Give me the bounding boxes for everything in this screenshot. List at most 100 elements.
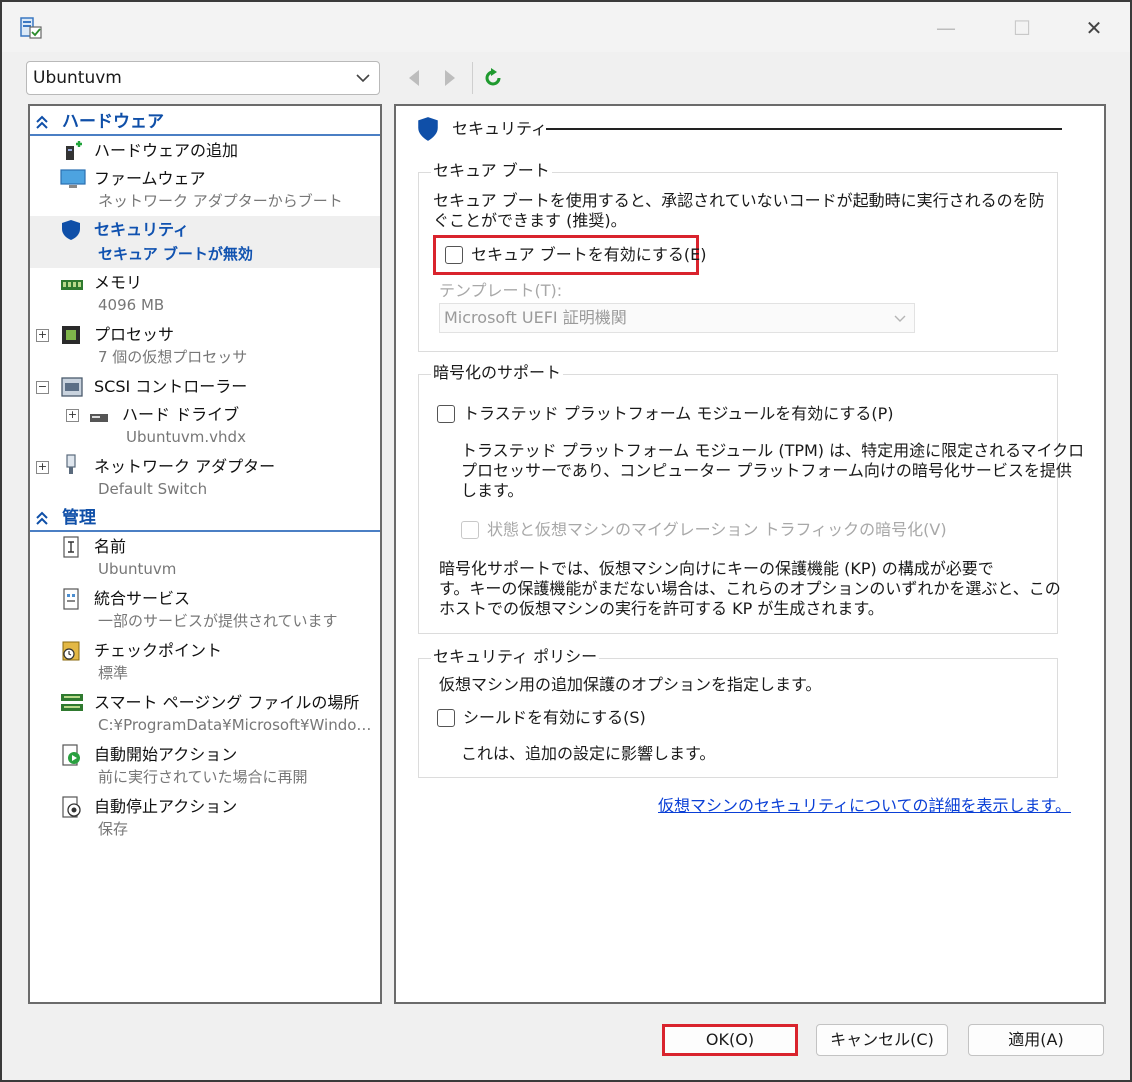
secure-boot-description-1: セキュア ブートを使用すると、承認されていないコードが起動時に実行されるのを防 xyxy=(433,191,1045,210)
settings-tree: ハードウェア ハードウェアの追加 ファームウェア ネットワーク アダプターからブ… xyxy=(28,104,382,1004)
sidebar-item-label: 自動停止アクション xyxy=(94,797,238,816)
sidebar-item-label: ネットワーク アダプター xyxy=(94,457,276,476)
sidebar-item-sublabel: 一部のサービスが提供されています xyxy=(98,612,338,630)
maximize-button[interactable]: ☐ xyxy=(1008,14,1036,42)
secure-boot-description-2: ぐことができます (推奨)。 xyxy=(433,211,627,230)
sidebar-item-sublabel: Default Switch xyxy=(98,480,208,498)
sidebar-item-memory[interactable]: メモリ 4096 MB xyxy=(30,270,380,318)
shield-icon xyxy=(418,117,438,141)
kp-description-2: す。キーの保護機能がまだない場合は、これらのオプションのいずれかを選ぶと、この xyxy=(439,579,1061,598)
sidebar-item-smart-paging[interactable]: スマート ページング ファイルの場所 C:¥ProgramData¥Micros… xyxy=(30,690,380,738)
sidebar-item-network-adapter[interactable]: + ネットワーク アダプター Default Switch xyxy=(30,452,380,500)
drive-icon xyxy=(90,414,108,422)
sidebar-item-sublabel: C:¥ProgramData¥Microsoft¥Windo… xyxy=(98,716,372,734)
sidebar-item-label: スマート ページング ファイルの場所 xyxy=(94,693,360,712)
settings-app-icon xyxy=(20,17,42,39)
sidebar-item-checkpoint[interactable]: チェックポイント 標準 xyxy=(30,638,380,686)
title-bar: — ☐ ✕ xyxy=(2,2,1130,52)
sidebar-item-label: 統合サービス xyxy=(94,589,191,608)
section-divider xyxy=(546,128,1062,130)
enable-secure-boot-checkbox[interactable] xyxy=(445,246,463,264)
vm-selector-value: Ubuntuvm xyxy=(33,68,122,88)
template-dropdown-value: Microsoft UEFI 証明機関 xyxy=(444,308,627,327)
expand-hard-drive-toggle[interactable]: + xyxy=(66,409,79,422)
encrypt-migration-traffic-label: 状態と仮想マシンのマイグレーション トラフィックの暗号化(V) xyxy=(487,520,947,539)
security-settings-panel: セキュリティ セキュア ブート セキュア ブートを使用すると、承認されていないコ… xyxy=(394,104,1106,1004)
security-details-link[interactable]: 仮想マシンのセキュリティについての詳細を表示します。 xyxy=(658,796,1071,816)
sidebar-item-firmware[interactable]: ファームウェア ネットワーク アダプターからブート xyxy=(30,166,380,214)
checkpoint-icon xyxy=(62,641,80,661)
integration-icon xyxy=(63,588,79,610)
sidebar-item-label: メモリ xyxy=(94,273,143,292)
encryption-group-title: 暗号化のサポート xyxy=(431,363,564,383)
sidebar-item-sublabel: ネットワーク アダプターからブート xyxy=(98,192,343,210)
encrypt-migration-traffic-checkbox[interactable] xyxy=(461,521,479,539)
expand-network-toggle[interactable]: + xyxy=(36,461,49,474)
sidebar-item-label: 名前 xyxy=(94,537,127,556)
forward-arrow-icon[interactable] xyxy=(438,66,460,90)
secure-boot-group: セキュア ブート セキュア ブートを使用すると、承認されていないコードが起動時に… xyxy=(418,161,1058,352)
enable-tpm-checkbox[interactable] xyxy=(437,405,455,423)
sidebar-item-hard-drive[interactable]: + ハード ドライブ Ubuntuvm.vhdx xyxy=(30,400,380,448)
enable-shielding-checkbox[interactable] xyxy=(437,709,455,727)
sidebar-item-label: セキュリティ xyxy=(94,220,190,239)
paging-icon xyxy=(61,694,83,711)
sidebar-item-sublabel: 7 個の仮想プロセッサ xyxy=(98,348,248,366)
sidebar-item-scsi[interactable]: − SCSI コントローラー xyxy=(30,374,380,400)
shield-icon xyxy=(62,220,80,240)
sidebar-item-label: ファームウェア xyxy=(94,169,206,188)
sidebar-item-label: ハード ドライブ xyxy=(122,405,240,424)
toolbar-separator xyxy=(472,62,473,94)
secure-boot-group-title: セキュア ブート xyxy=(431,161,552,181)
sidebar-item-label: プロセッサ xyxy=(94,325,175,344)
ok-button[interactable]: OK(O) xyxy=(662,1024,798,1056)
auto-stop-icon xyxy=(62,796,81,818)
cancel-button[interactable]: キャンセル(C) xyxy=(816,1024,948,1056)
sidebar-item-sublabel: Ubuntuvm xyxy=(98,560,177,578)
shielding-note: これは、追加の設定に影響します。 xyxy=(461,744,716,763)
category-management[interactable]: 管理 xyxy=(30,506,380,532)
kp-description-3: ホストでの仮想マシンの実行を許可する KP が生成されます。 xyxy=(439,599,884,618)
auto-start-icon xyxy=(62,744,80,766)
sidebar-item-processor[interactable]: + プロセッサ 7 個の仮想プロセッサ xyxy=(30,322,380,370)
monitor-icon xyxy=(60,169,86,188)
apply-button[interactable]: 適用(A) xyxy=(968,1024,1104,1056)
chevron-down-icon xyxy=(356,74,370,83)
back-arrow-icon[interactable] xyxy=(404,66,426,90)
sidebar-item-add-hardware[interactable]: ハードウェアの追加 xyxy=(30,138,380,164)
sidebar-item-sublabel: セキュア ブートが無効 xyxy=(98,245,253,263)
template-dropdown[interactable]: Microsoft UEFI 証明機関 xyxy=(439,303,915,333)
vm-selector-dropdown[interactable]: Ubuntuvm xyxy=(26,61,380,95)
sidebar-item-integration-services[interactable]: 統合サービス 一部のサービスが提供されています xyxy=(30,586,380,634)
kp-description-1: 暗号化サポートでは、仮想マシン向けにキーの保護機能 (KP) の構成が必要で xyxy=(439,559,994,578)
template-label: テンプレート(T): xyxy=(439,281,563,300)
cpu-icon xyxy=(62,326,80,344)
tpm-description-2: プロセッサーであり、コンピューター プラットフォーム向けの暗号化サービスを提供 xyxy=(461,461,1072,480)
enable-secure-boot-label: セキュア ブートを有効にする(E) xyxy=(471,245,707,264)
sidebar-item-security[interactable]: セキュリティ セキュア ブートが無効 xyxy=(30,216,380,268)
expand-processor-toggle[interactable]: + xyxy=(36,329,49,342)
enable-shielding-label: シールドを有効にする(S) xyxy=(463,708,646,727)
security-policy-group: セキュリティ ポリシー 仮想マシン用の追加保護のオプションを指定します。 シール… xyxy=(418,647,1058,778)
minimize-button[interactable]: — xyxy=(932,14,960,42)
refresh-icon[interactable] xyxy=(482,66,504,90)
sidebar-item-label: チェックポイント xyxy=(94,641,223,660)
network-adapter-icon xyxy=(66,454,76,474)
add-hardware-icon xyxy=(66,141,82,160)
category-management-label: 管理 xyxy=(62,508,96,528)
security-policy-group-title: セキュリティ ポリシー xyxy=(431,647,600,667)
encryption-support-group: 暗号化のサポート トラステッド プラットフォーム モジュールを有効にする(P) … xyxy=(418,363,1084,634)
sidebar-item-name[interactable]: 名前 Ubuntuvm xyxy=(30,534,380,582)
tpm-description-3: します。 xyxy=(461,481,524,500)
scsi-icon xyxy=(61,377,83,397)
category-hardware[interactable]: ハードウェア xyxy=(30,110,380,136)
collapse-scsi-toggle[interactable]: − xyxy=(36,381,49,394)
close-button[interactable]: ✕ xyxy=(1080,14,1108,42)
vm-settings-window: — ☐ ✕ Ubuntuvm ハードウェア ハードウェアの追加 ファームウェア … xyxy=(0,0,1132,1082)
sidebar-item-sublabel: 保存 xyxy=(98,820,129,838)
sidebar-item-auto-stop[interactable]: 自動停止アクション 保存 xyxy=(30,794,380,842)
sidebar-item-sublabel: 前に実行されていた場合に再開 xyxy=(98,768,308,786)
sidebar-item-auto-start[interactable]: 自動開始アクション 前に実行されていた場合に再開 xyxy=(30,742,380,790)
sidebar-item-sublabel: 標準 xyxy=(98,664,129,682)
security-policy-description: 仮想マシン用の追加保護のオプションを指定します。 xyxy=(439,675,822,694)
